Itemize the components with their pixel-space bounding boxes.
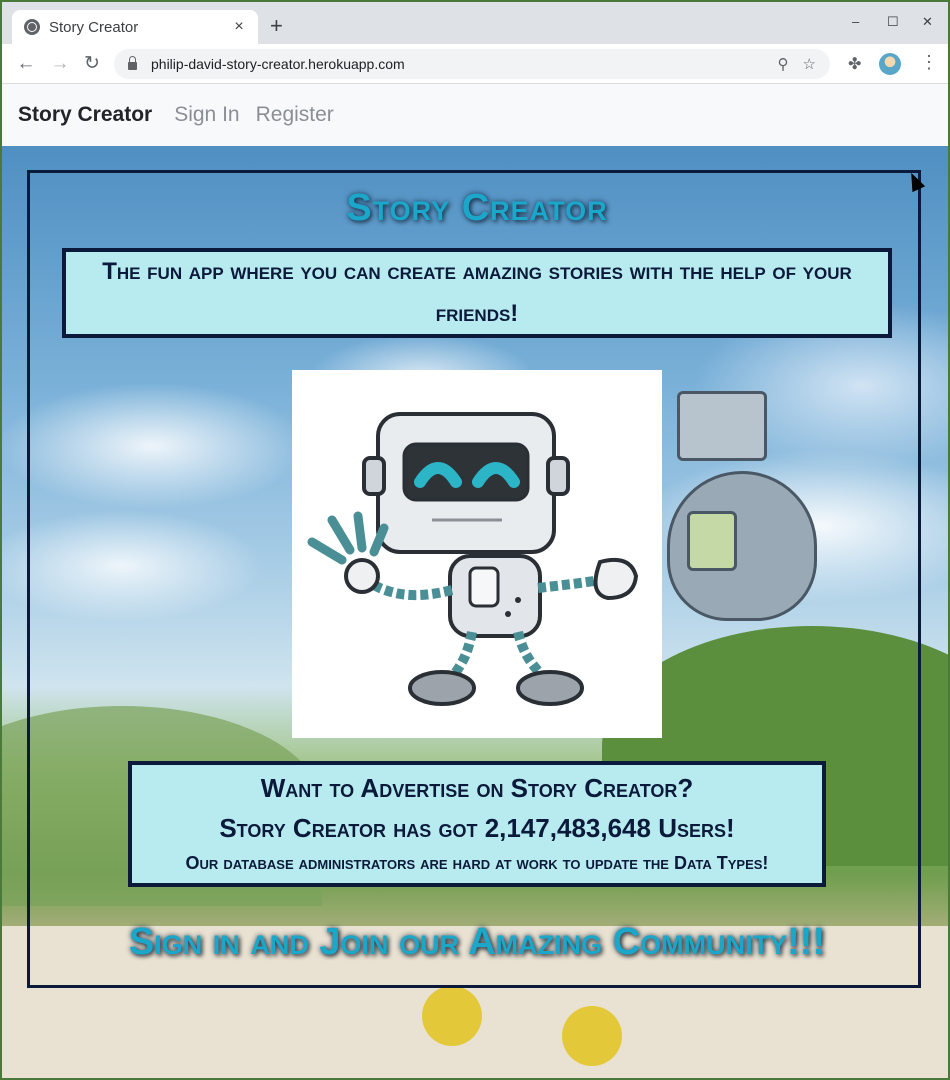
tagline-text: The fun app where you can create amazing… [102, 258, 852, 327]
robot-image [292, 370, 662, 738]
background-plant [562, 1006, 622, 1066]
tab-strip: Story Creator × + – ☐ ✕ [2, 2, 948, 44]
bookmark-star-icon[interactable]: ☆ [803, 55, 816, 73]
advertise-heading: Want to Advertise on Story Creator? [260, 773, 694, 803]
browser-menu-icon[interactable]: ⋮ [920, 52, 938, 73]
advertise-box: Want to Advertise on Story Creator? Stor… [128, 761, 826, 887]
app-navbar: Story Creator Sign In Register [2, 84, 948, 146]
nav-link-register[interactable]: Register [256, 103, 334, 127]
navbar-brand[interactable]: Story Creator [18, 103, 152, 127]
browser-window: Story Creator × + – ☐ ✕ ← → ↻ philip-dav… [2, 2, 948, 1078]
extensions-icon[interactable]: ✤ [848, 54, 861, 74]
robot-mascot-icon [307, 412, 639, 706]
lock-icon [128, 56, 137, 70]
browser-toolbar: ← → ↻ philip-david-story-creator.herokua… [2, 44, 948, 84]
hero-title: Story Creator [346, 187, 608, 229]
reload-button[interactable]: ↻ [80, 52, 104, 76]
profile-avatar[interactable] [879, 53, 901, 75]
forward-button[interactable]: → [48, 52, 72, 76]
tab-close-icon[interactable]: × [230, 18, 248, 36]
globe-icon [24, 19, 40, 35]
database-note: Our database administrators are hard at … [185, 853, 769, 873]
minimize-button[interactable]: – [852, 14, 859, 29]
background-plant [422, 986, 482, 1046]
zoom-icon[interactable]: ⚲ [778, 55, 789, 73]
tagline-box: The fun app where you can create amazing… [62, 248, 892, 338]
maximize-button[interactable]: ☐ [887, 14, 899, 30]
address-bar[interactable]: philip-david-story-creator.herokuapp.com… [114, 49, 830, 79]
hero-background: Story Creator The fun app where you can … [2, 146, 948, 1078]
hero-panel: Story Creator The fun app where you can … [27, 170, 921, 988]
tab-title: Story Creator [49, 18, 139, 36]
user-count-text: Story Creator has got 2,147,483,648 User… [219, 813, 735, 843]
new-tab-button[interactable]: + [270, 13, 283, 39]
back-button[interactable]: ← [14, 52, 38, 76]
nav-link-sign-in[interactable]: Sign In [174, 103, 239, 127]
url-text[interactable]: philip-david-story-creator.herokuapp.com [151, 56, 778, 72]
close-window-button[interactable]: ✕ [922, 14, 933, 30]
browser-tab[interactable]: Story Creator × [12, 10, 258, 44]
join-community-cta: Sign in and Join our Amazing Community!!… [128, 921, 826, 963]
